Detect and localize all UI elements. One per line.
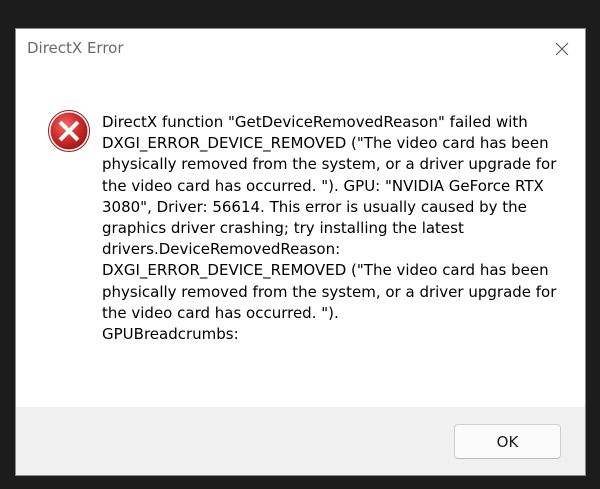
button-bar: OK: [16, 407, 585, 475]
window-title: DirectX Error: [27, 39, 124, 57]
dialog-window: DirectX Error DirectX function "GetDevic…: [15, 28, 586, 476]
error-message: DirectX function "GetDeviceRemovedReason…: [102, 113, 557, 344]
title-bar[interactable]: DirectX Error: [16, 29, 585, 69]
error-icon: [48, 110, 90, 152]
close-button[interactable]: [539, 29, 585, 69]
ok-button[interactable]: OK: [454, 424, 561, 459]
dialog-content: DirectX function "GetDeviceRemovedReason…: [16, 69, 585, 409]
close-icon: [555, 42, 569, 56]
